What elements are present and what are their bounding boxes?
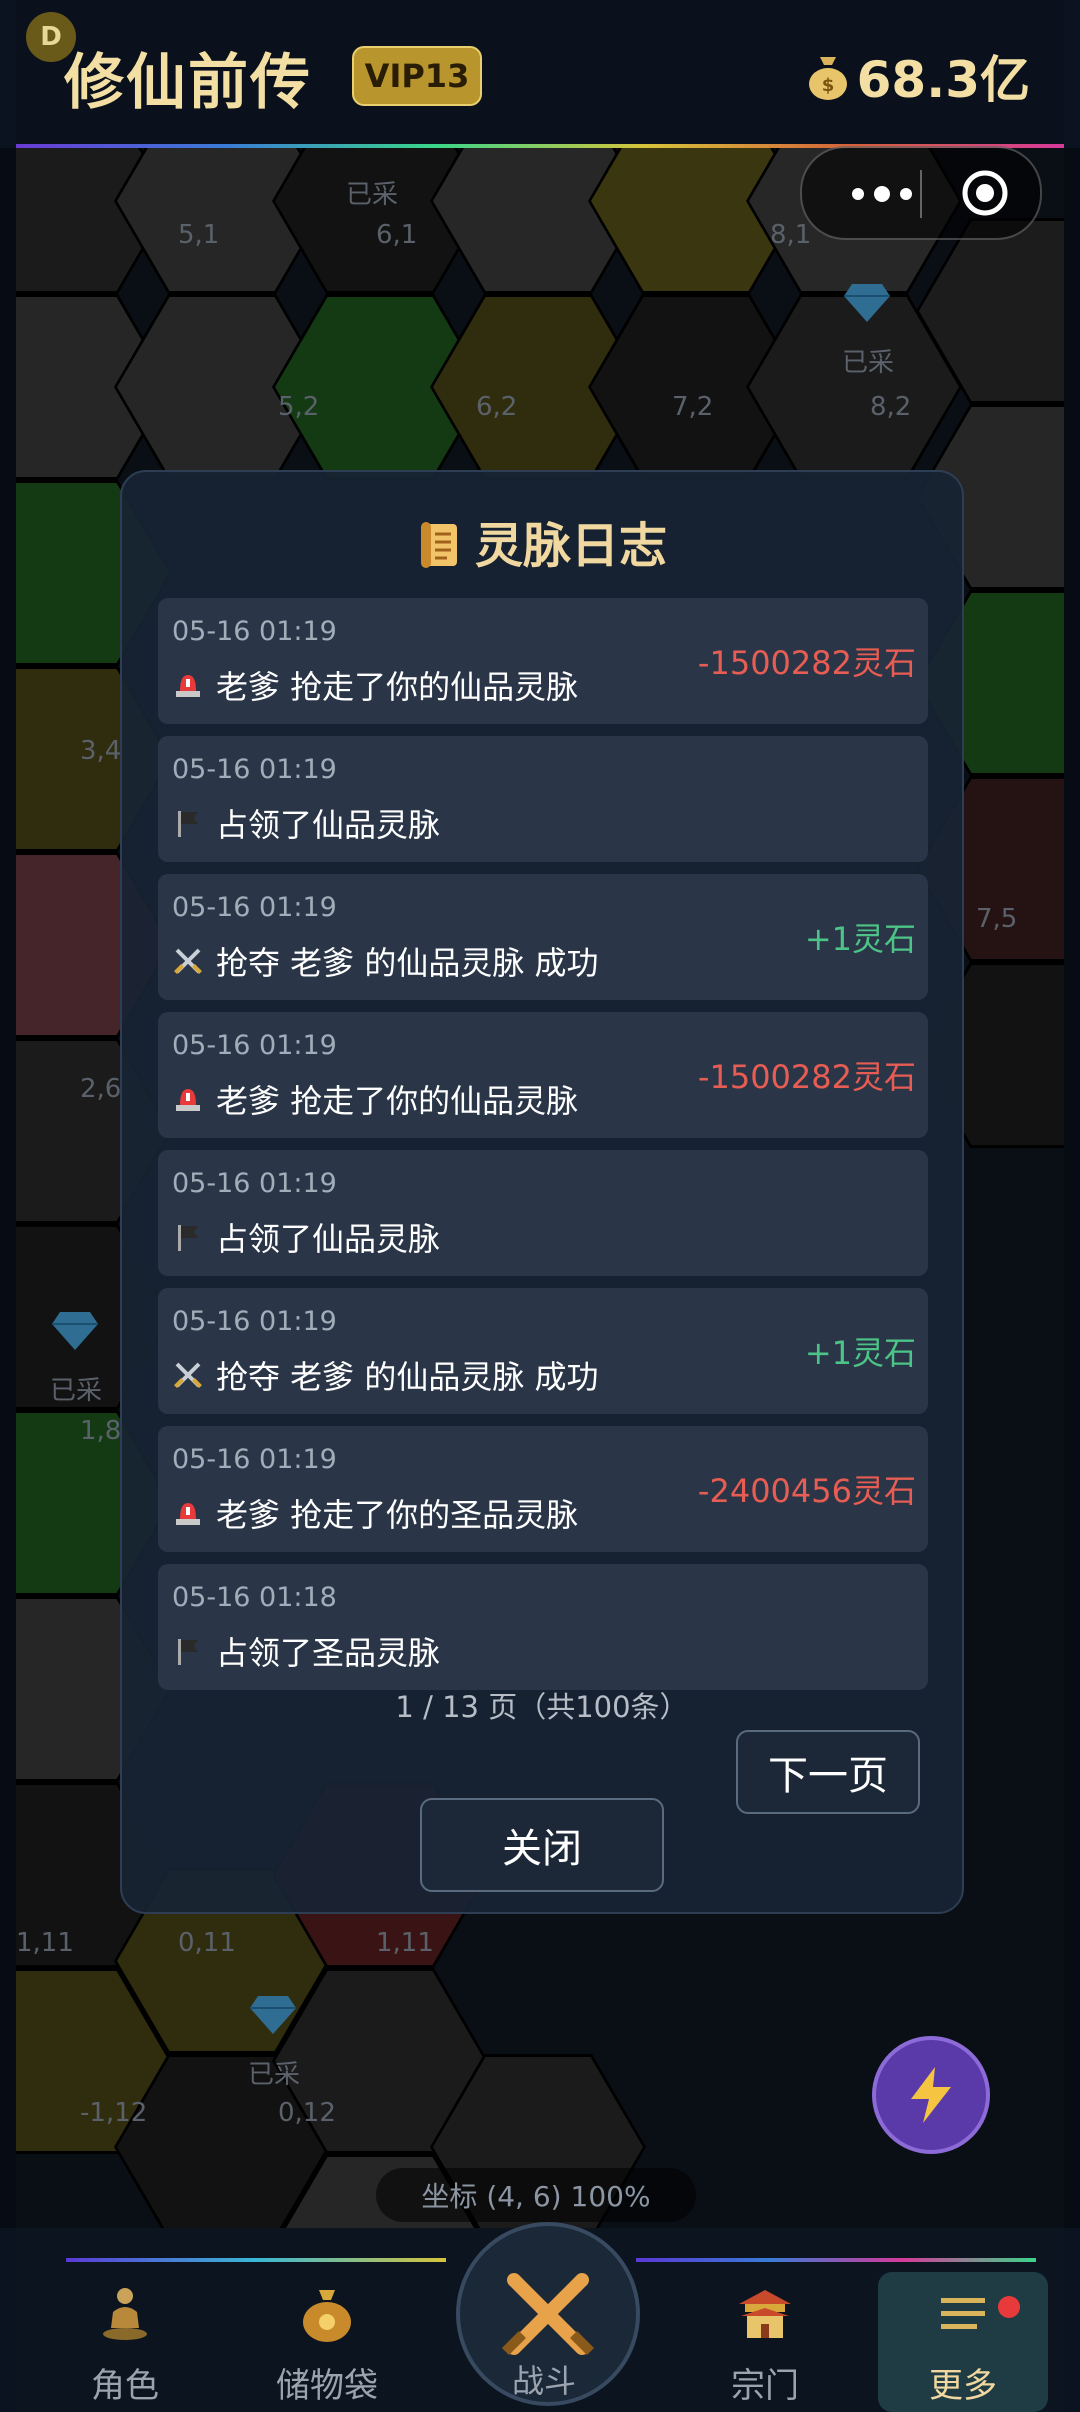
alarm-icon [172,1083,216,1115]
nav-sect-label: 宗门 [731,2366,799,2406]
notification-dot [998,2296,1020,2318]
dialog-title-text: 灵脉日志 [474,518,667,574]
nav-battle-label: 战斗 [511,2362,576,2400]
nav-rainbow-right [636,2258,1036,2262]
log-time: 05-16 01:18 [172,1582,337,1613]
nav-sect[interactable]: 宗门 [680,2282,850,2412]
nav-bag-label: 储物袋 [276,2366,378,2406]
lightning-button[interactable] [872,2036,990,2154]
log-amount: +1灵石 [804,920,916,958]
log-time: 05-16 01:19 [172,1444,337,1475]
log-text: 占领了仙品灵脉 [216,1220,441,1258]
meditating-figure-icon [103,2288,147,2340]
money-display[interactable]: $ 68.3亿 [805,40,1030,112]
log-text: 老爹 抢走了你的仙品灵脉 [216,668,579,706]
game-title: 修仙前传 [64,48,312,118]
log-amount: -1500282灵石 [697,644,916,682]
coordinate-readout: 坐标 (4, 6) 100% [376,2168,696,2222]
nav-bag[interactable]: 储物袋 [242,2282,412,2412]
page-info: 1 / 13 页（共100条） [395,1690,689,1724]
log-list[interactable]: 05-16 01:19 老爹 抢走了你的仙品灵脉 -1500282灵石 05-16 0… [158,598,928,1702]
log-entry: 05-16 01:19 抢夺 老爹 的仙品灵脉 成功 +1灵石 [158,874,928,1000]
nav-role[interactable]: 角色 [40,2282,210,2412]
log-entry: 05-16 01:19 占领了仙品灵脉 [158,736,928,862]
top-bar: D 修仙前传 VIP13 $ 68.3亿 [16,0,1064,146]
log-time: 05-16 01:19 [172,616,337,647]
vip-badge[interactable]: VIP13 [352,46,482,106]
log-amount: -1500282灵石 [697,1058,916,1096]
log-text: 占领了圣品灵脉 [216,1634,441,1672]
swords-icon [172,1359,216,1391]
capsule-divider [920,170,922,218]
swords-icon [172,945,216,977]
log-message: 抢夺 老爹 的仙品灵脉 成功 [172,938,599,984]
log-entry: 05-16 01:19 老爹 抢走了你的仙品灵脉 -1500282灵石 [158,1012,928,1138]
log-time: 05-16 01:19 [172,1030,337,1061]
next-page-button[interactable]: 下一页 [736,1730,920,1814]
spirit-vein-log-dialog: 灵脉日志 05-16 01:19 老爹 抢走了你的仙品灵脉 -1500282灵石 05… [120,470,964,1914]
log-entry: 05-16 01:19 老爹 抢走了你的圣品灵脉 -2400456灵石 [158,1426,928,1552]
log-time: 05-16 01:19 [172,754,337,785]
money-value: 68.3亿 [856,51,1030,109]
log-amount: +1灵石 [804,1334,916,1372]
flag-icon [172,807,216,839]
alarm-icon [172,669,216,701]
log-entry: 05-16 01:18 占领了圣品灵脉 [158,1564,928,1690]
log-text: 抢夺 老爹 的仙品灵脉 成功 [216,944,599,982]
log-entry: 05-16 01:19 老爹 抢走了你的仙品灵脉 -1500282灵石 [158,598,928,724]
close-miniprogram-icon[interactable] [960,168,1010,218]
treasure-bag-icon [303,2290,351,2342]
log-message: 老爹 抢走了你的仙品灵脉 [172,1076,578,1122]
svg-text:$: $ [821,75,834,96]
nav-role-label: 角色 [91,2366,159,2406]
log-time: 05-16 01:19 [172,1168,337,1199]
log-message: 老爹 抢走了你的仙品灵脉 [172,662,578,708]
money-bag-icon: $ [808,57,847,100]
log-entry: 05-16 01:19 占领了仙品灵脉 [158,1150,928,1276]
log-text: 老爹 抢走了你的仙品灵脉 [216,1082,579,1120]
nav-more[interactable]: 更多 [878,2272,1048,2412]
dialog-title: 灵脉日志 [122,506,962,576]
menu-lines-icon [941,2298,985,2329]
flag-icon [172,1221,216,1253]
alarm-icon [172,1497,216,1529]
scroll-icon [420,522,457,568]
log-message: 抢夺 老爹 的仙品灵脉 成功 [172,1352,599,1398]
log-message: 占领了仙品灵脉 [172,1214,440,1260]
nav-rainbow-left [66,2258,446,2262]
log-time: 05-16 01:19 [172,1306,337,1337]
lightning-icon [911,2067,951,2123]
miniprogram-capsule [800,146,1042,240]
nav-more-label: 更多 [929,2366,997,2406]
log-message: 老爹 抢走了你的圣品灵脉 [172,1490,578,1536]
temple-icon [739,2290,791,2338]
log-message: 占领了圣品灵脉 [172,1628,440,1674]
flag-icon [172,1635,216,1667]
log-time: 05-16 01:19 [172,892,337,923]
log-message: 占领了仙品灵脉 [172,800,440,846]
more-menu-button[interactable] [832,174,932,214]
log-amount: -2400456灵石 [697,1472,916,1510]
log-text: 老爹 抢走了你的圣品灵脉 [216,1496,579,1534]
close-button[interactable]: 关闭 [420,1798,664,1892]
log-entry: 05-16 01:19 抢夺 老爹 的仙品灵脉 成功 +1灵石 [158,1288,928,1414]
log-text: 抢夺 老爹 的仙品灵脉 成功 [216,1358,599,1396]
log-text: 占领了仙品灵脉 [216,806,441,844]
